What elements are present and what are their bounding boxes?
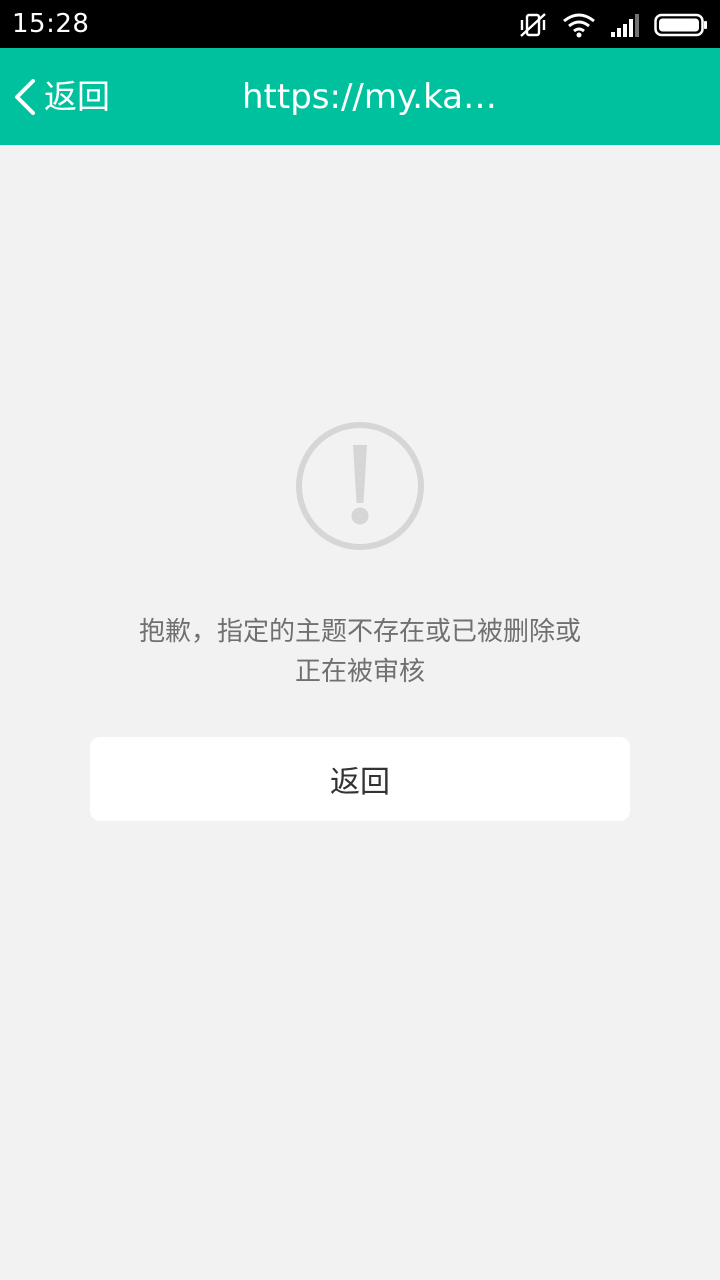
back-button[interactable]: 返回 <box>12 48 110 145</box>
back-label: 返回 <box>44 76 110 116</box>
error-message-line1: 抱歉，指定的主题不存在或已被删除或 <box>138 617 581 647</box>
battery-icon <box>654 13 708 37</box>
error-message: 抱歉，指定的主题不存在或已被删除或 正在被审核 <box>100 612 620 692</box>
error-message-line2: 正在被审核 <box>294 657 425 687</box>
status-bar: 15:28 <box>0 0 720 48</box>
status-icons <box>518 10 708 40</box>
warning-circle-icon <box>296 422 424 550</box>
cellular-signal-icon <box>610 12 640 38</box>
page-title: https://my.ka… <box>242 76 497 117</box>
chevron-left-icon <box>15 78 35 115</box>
return-button[interactable]: 返回 <box>90 737 630 821</box>
vibrate-off-icon <box>518 11 548 39</box>
app-bar: 返回 https://my.ka… <box>0 48 720 145</box>
status-time: 15:28 <box>12 9 90 39</box>
wifi-icon <box>562 12 596 38</box>
